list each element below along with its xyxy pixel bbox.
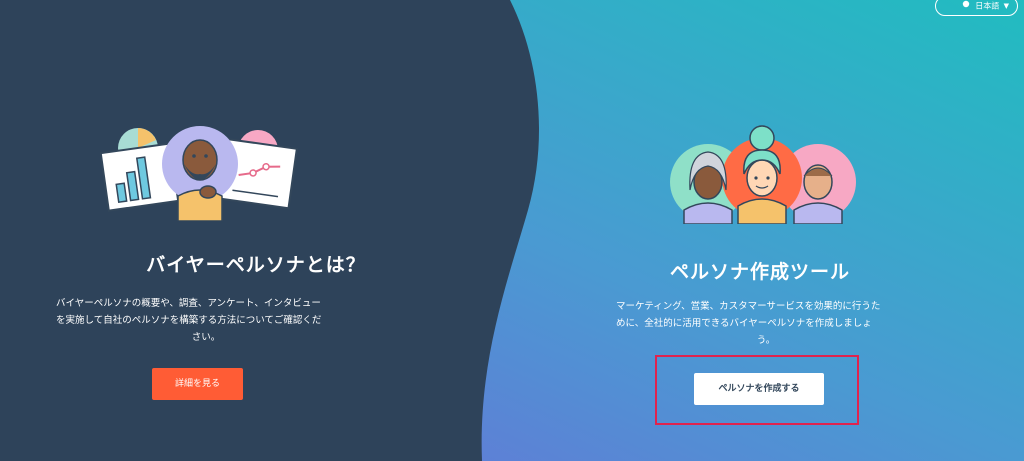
- description-line: う。: [756, 335, 776, 346]
- language-selector[interactable]: 日本語 ▼: [935, 0, 1018, 16]
- description-line: マーケティング、営業、カスタマーサービスを効果的に行うた: [616, 301, 881, 312]
- buyer-persona-description: バイヤーペルソナの概要や、調査、アンケート、インタビュー を実施して自社のペルソ…: [56, 295, 356, 346]
- description-line: さい。: [191, 332, 221, 343]
- chevron-down-icon: ▼: [1003, 2, 1009, 10]
- globe-icon: [962, 0, 970, 15]
- description-line: バイヤーペルソナの概要や、調査、アンケート、インタビュー: [56, 298, 321, 309]
- persona-tool-title: ペルソナ作成ツール: [669, 261, 850, 283]
- create-persona-button[interactable]: ペルソナを作成する: [694, 373, 824, 405]
- learn-more-button[interactable]: 詳細を見る: [152, 368, 243, 400]
- persona-tool-panel: 日本語 ▼ ペルソナ作成ツール マーケティング、営業、カスタマーサービスを効果的…: [512, 0, 1024, 461]
- buyer-persona-title: バイヤーペルソナとは？: [146, 254, 366, 276]
- description-line: を実施して自社のペルソナを構築する方法についてご確認くだ: [56, 315, 322, 326]
- description-line: めに、全社的に活用できるバイヤーペルソナを作成しましょ: [616, 318, 872, 329]
- persona-tool-description: マーケティング、営業、カスタマーサービスを効果的に行うた めに、全社的に活用でき…: [616, 298, 916, 349]
- persona-thinking-illustration: [100, 126, 298, 221]
- persona-group-illustration: [670, 125, 856, 224]
- buyer-persona-info-panel: バイヤーペルソナとは？ バイヤーペルソナの概要や、調査、アンケート、インタビュー…: [0, 0, 512, 461]
- language-label: 日本語: [975, 1, 1000, 11]
